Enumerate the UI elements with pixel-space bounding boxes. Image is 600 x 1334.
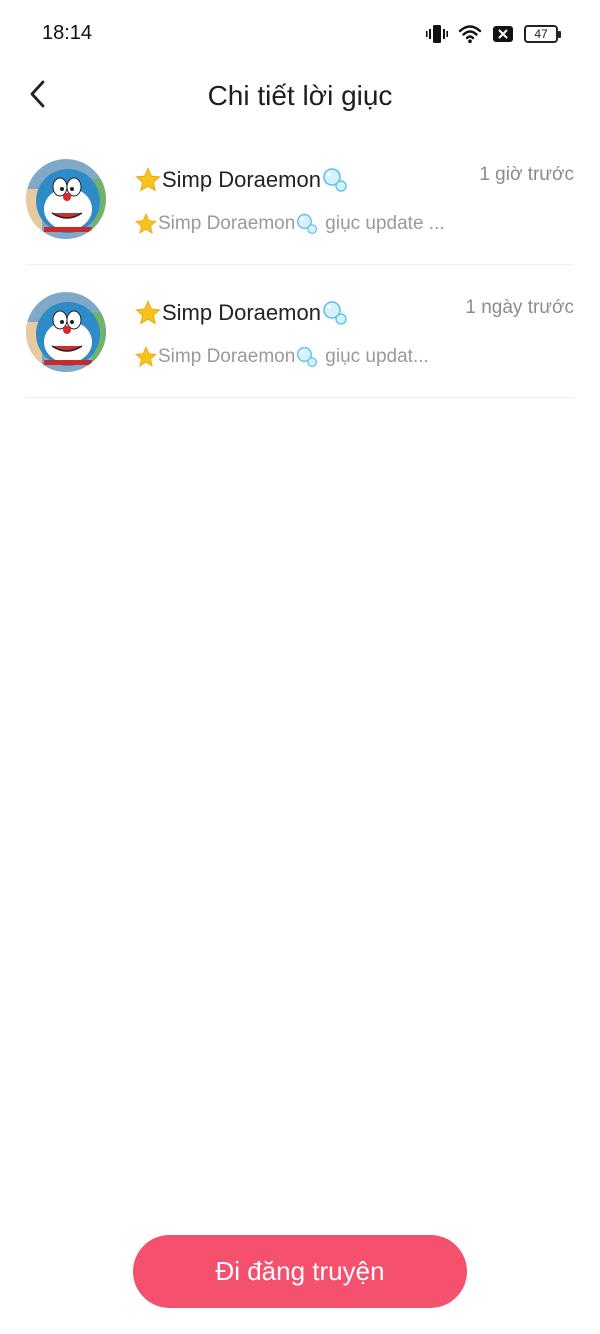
item-time: 1 giờ trước [479,164,574,185]
header: Chi tiết lời giục [0,68,600,128]
avatar[interactable] [26,292,106,372]
star-icon [134,345,158,369]
item-time: 1 ngày trước [465,297,574,318]
reminder-list: Simp Doraemon 1 giờ trước Simp Doraemon [26,132,574,398]
status-bar: 18:14 47 [0,0,600,68]
status-icons: 47 [426,22,561,46]
item-name: Simp Doraemon [134,299,349,327]
message-text: giục updat... [325,346,429,367]
bubbles-icon [295,345,319,369]
no-signal-icon [492,25,514,43]
message-sender: Simp Doraemon [158,213,296,234]
post-story-button[interactable]: Đi đăng truyện [133,1235,467,1308]
item-message: Simp Doraemon giục updat... [134,345,429,369]
item-message: Simp Doraemon giục update ... [134,212,445,236]
item-name: Simp Doraemon [134,166,349,194]
bubbles-icon [321,166,349,194]
item-name-text: Simp Doraemon [162,300,321,325]
wifi-icon [458,24,482,44]
star-icon [134,299,162,327]
message-sender: Simp Doraemon [158,346,296,367]
page-title: Chi tiết lời giục [207,80,393,111]
vibrate-icon [426,23,448,45]
item-name-text: Simp Doraemon [162,167,321,192]
battery-level: 47 [534,27,548,41]
list-item[interactable]: Simp Doraemon 1 giờ trước Simp Doraemon [26,132,574,265]
status-time: 18:14 [42,22,93,44]
bubbles-icon [295,212,319,236]
star-icon [134,166,162,194]
avatar[interactable] [26,159,106,239]
list-item[interactable]: Simp Doraemon 1 ngày trước Simp Doraemon [26,265,574,398]
star-icon [134,212,158,236]
battery-icon: 47 [524,25,561,43]
bubbles-icon [321,299,349,327]
message-text: giục update ... [325,213,445,234]
